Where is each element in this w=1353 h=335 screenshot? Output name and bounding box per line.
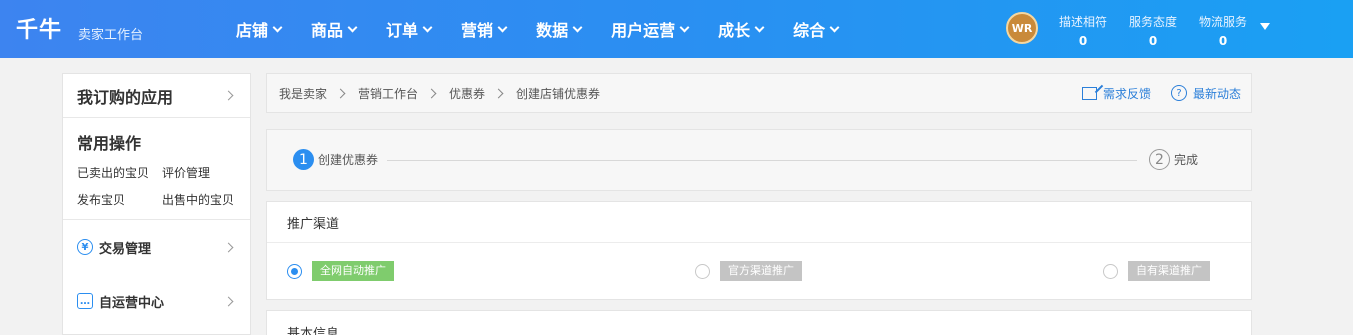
sidebar-item-label: 交易管理 [99, 241, 152, 257]
top-bar: 千牛 卖家工作台 店铺 商品 订单 营销 数据 用户运营 成长 综合 WR 描述… [0, 0, 1353, 58]
chevron-down-icon [754, 22, 765, 32]
chevron-down-icon [272, 22, 283, 32]
breadcrumb-item[interactable]: 我是卖家 [279, 85, 327, 102]
score-label: 服务态度 [1128, 15, 1177, 29]
option-own-channel[interactable]: 自有渠道推广 [1103, 261, 1210, 281]
breadcrumb-item[interactable]: 优惠券 [449, 85, 485, 102]
nav-item-marketing[interactable]: 营销 [461, 17, 508, 41]
common-actions-title: 常用操作 [77, 134, 142, 153]
step-create-coupon: 1 创建优惠券 [293, 149, 378, 170]
score-description: 描述相符 0 [1053, 13, 1113, 48]
main-nav: 店铺 商品 订单 营销 数据 用户运营 成长 综合 [236, 0, 868, 58]
subscribed-apps-header[interactable]: 我订购的应用 [63, 74, 250, 118]
chevron-down-icon [497, 22, 508, 32]
nav-item-data[interactable]: 数据 [536, 17, 583, 41]
panel-title: 推广渠道 [267, 202, 1251, 243]
link-sold-items[interactable]: 已卖出的宝贝 [77, 164, 162, 181]
chevron-right-icon [426, 88, 437, 98]
chevron-right-icon [223, 296, 234, 306]
nav-label: 营销 [461, 21, 494, 40]
link-items-on-sale[interactable]: 出售中的宝贝 [162, 191, 247, 208]
step-number: 1 [293, 149, 314, 170]
edit-icon [1081, 86, 1097, 100]
score-value: 0 [1078, 34, 1088, 48]
nav-label: 商品 [311, 21, 344, 40]
score-label: 物流服务 [1198, 15, 1247, 29]
sidebar-item-self-operation-center[interactable]: … 自运营中心 [63, 274, 250, 328]
chevron-right-icon [493, 88, 504, 98]
link-label: 最新动态 [1192, 86, 1241, 101]
chevron-down-icon [679, 22, 690, 32]
chevron-right-icon [223, 90, 234, 101]
option-auto-promotion[interactable]: 全网自动推广 [287, 261, 394, 281]
chevron-down-icon [422, 22, 433, 32]
chevron-down-icon [347, 22, 358, 32]
nav-item-user-ops[interactable]: 用户运营 [611, 17, 690, 41]
option-tag: 全网自动推广 [312, 261, 394, 281]
nav-label: 成长 [718, 21, 751, 40]
sidebar: 我订购的应用 常用操作 已卖出的宝贝 评价管理 发布宝贝 出售中的宝贝 ¥ 交易… [62, 73, 251, 335]
nav-item-general[interactable]: 综合 [793, 17, 840, 41]
link-review-management[interactable]: 评价管理 [162, 164, 247, 181]
nav-label: 数据 [536, 21, 569, 40]
step-complete: 2 完成 [1149, 149, 1198, 170]
step-number: 2 [1149, 149, 1170, 170]
nav-item-orders[interactable]: 订单 [386, 17, 433, 41]
nav-label: 订单 [386, 21, 419, 40]
link-label: 需求反馈 [1102, 86, 1151, 101]
chevron-right-icon [223, 242, 234, 252]
step-label: 完成 [1174, 153, 1199, 167]
nav-item-shop[interactable]: 店铺 [236, 17, 283, 41]
score-value: 0 [1148, 34, 1158, 48]
feedback-link[interactable]: 需求反馈 [1081, 85, 1151, 102]
sidebar-item-label: 自运营中心 [99, 295, 165, 311]
app-logo[interactable]: 千牛 [16, 12, 62, 44]
radio-unselected[interactable] [1103, 263, 1118, 279]
sidebar-item-trade-management[interactable]: ¥ 交易管理 [63, 220, 250, 274]
common-actions: 常用操作 已卖出的宝贝 评价管理 发布宝贝 出售中的宝贝 [63, 118, 250, 220]
step-connector [387, 160, 1137, 161]
chat-icon: … [77, 293, 93, 309]
nav-item-products[interactable]: 商品 [311, 17, 358, 41]
chevron-down-icon [572, 22, 583, 32]
chevron-down-icon [829, 22, 840, 32]
sidebar-title: 我订购的应用 [77, 87, 174, 107]
help-icon: ? [1170, 85, 1187, 101]
nav-label: 店铺 [236, 21, 269, 40]
option-tag: 自有渠道推广 [1128, 261, 1210, 281]
caret-down-icon[interactable] [1260, 23, 1270, 30]
yen-icon: ¥ [77, 239, 93, 255]
link-publish-item[interactable]: 发布宝贝 [77, 191, 162, 208]
breadcrumb-current: 创建店铺优惠券 [516, 86, 601, 101]
option-official-channel[interactable]: 官方渠道推广 [695, 261, 802, 281]
chevron-right-icon [335, 88, 346, 98]
nav-label: 用户运营 [611, 21, 676, 40]
option-tag: 官方渠道推广 [720, 261, 802, 281]
avatar[interactable]: WR [1006, 12, 1038, 44]
step-label: 创建优惠券 [318, 153, 379, 167]
breadcrumb: 我是卖家 营销工作台 优惠券 创建店铺优惠券 需求反馈 ? 最新动态 [266, 73, 1252, 113]
panel-title: 基本信息 [287, 327, 340, 335]
score-value: 0 [1218, 34, 1228, 48]
latest-news-link[interactable]: ? 最新动态 [1170, 85, 1241, 102]
progress-steps: 1 创建优惠券 2 完成 [266, 129, 1252, 191]
basic-info-panel: 基本信息 [266, 310, 1252, 335]
score-logistics: 物流服务 0 [1193, 13, 1253, 48]
score-label: 描述相符 [1058, 15, 1107, 29]
radio-selected[interactable] [287, 263, 302, 279]
radio-unselected[interactable] [695, 263, 710, 279]
nav-label: 综合 [793, 21, 826, 40]
breadcrumb-item[interactable]: 营销工作台 [358, 85, 418, 102]
promotion-channel-panel: 推广渠道 全网自动推广 官方渠道推广 自有渠道推广 [266, 201, 1252, 300]
app-subtitle: 卖家工作台 [78, 28, 144, 43]
nav-item-growth[interactable]: 成长 [718, 17, 765, 41]
score-service: 服务态度 0 [1123, 13, 1183, 48]
